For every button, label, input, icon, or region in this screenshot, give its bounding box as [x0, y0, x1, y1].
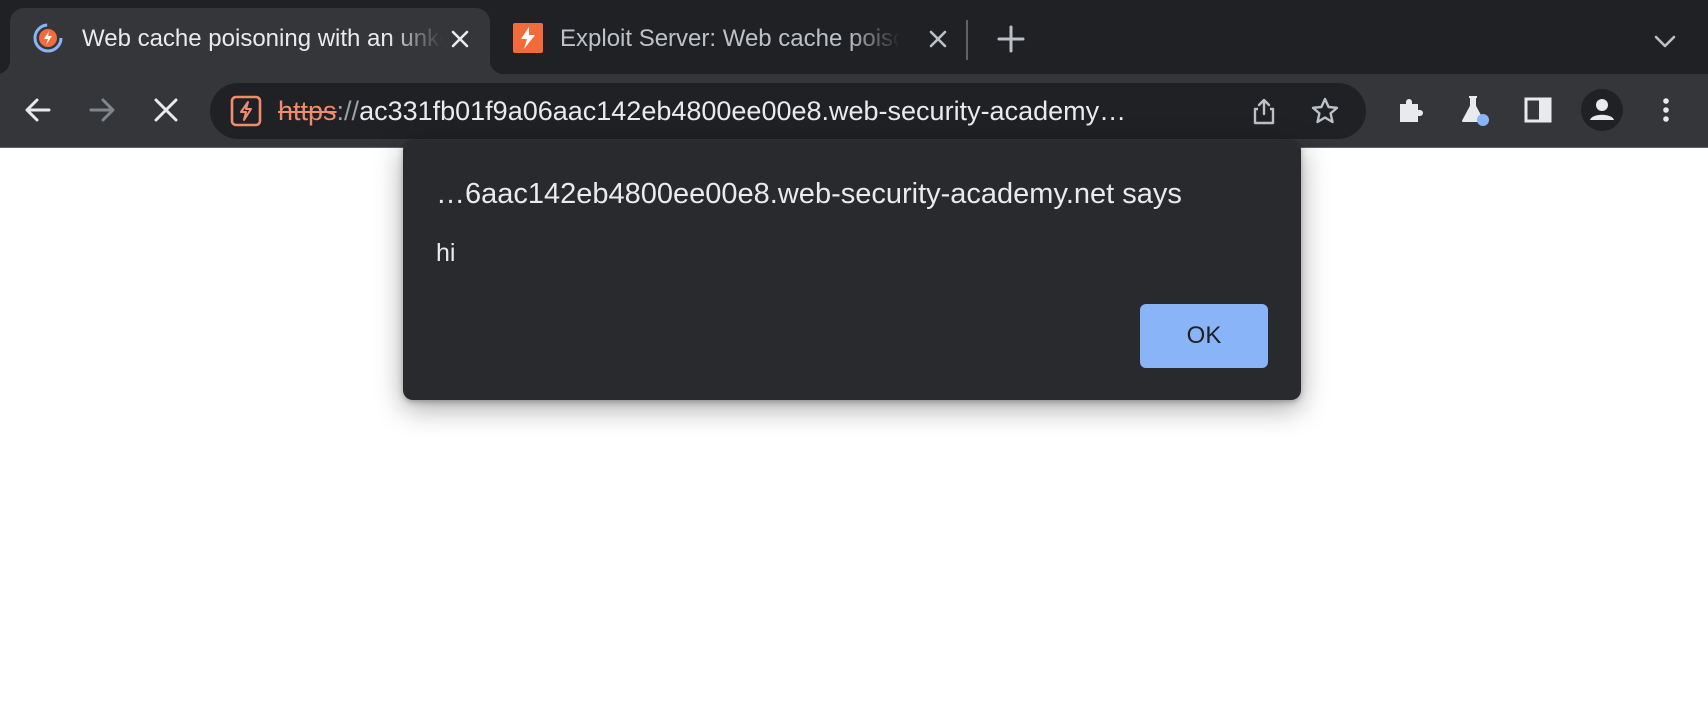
url-separator: ://	[336, 96, 360, 126]
alert-dialog: …6aac142eb4800ee00e8.web-security-academ…	[403, 140, 1301, 400]
dialog-title: …6aac142eb4800ee00e8.web-security-academ…	[436, 178, 1182, 210]
portswigger-loading-icon	[33, 23, 63, 53]
browser-toolbar: https://ac331fb01f9a06aac142eb4800ee00e8…	[0, 74, 1708, 148]
stop-loading-button[interactable]	[148, 92, 184, 128]
tab-exploit-server[interactable]: Exploit Server: Web cache poisoning	[500, 8, 970, 74]
burp-exploit-icon	[513, 23, 543, 53]
avatar-icon	[1581, 89, 1623, 131]
url-text[interactable]: https://ac331fb01f9a06aac142eb4800ee00e8…	[278, 93, 1238, 129]
extensions-button[interactable]	[1392, 92, 1428, 128]
site-warning-icon[interactable]	[230, 95, 262, 127]
url-host: ac331fb01f9a06aac142eb4800ee00e8.web-sec…	[359, 96, 1127, 126]
ok-button[interactable]: OK	[1140, 304, 1268, 368]
side-panel-icon	[1524, 97, 1552, 123]
tab-separator	[966, 20, 968, 60]
more-vert-icon	[1663, 98, 1669, 122]
tab-title: Exploit Server: Web cache poisoning	[560, 25, 900, 52]
star-icon[interactable]	[1310, 96, 1340, 126]
share-icon[interactable]	[1250, 97, 1278, 125]
arrow-left-icon	[25, 98, 51, 122]
url-scheme: https	[278, 96, 337, 126]
address-bar[interactable]: https://ac331fb01f9a06aac142eb4800ee00e8…	[210, 83, 1366, 139]
forward-button[interactable]	[84, 92, 120, 128]
plus-icon[interactable]	[996, 24, 1026, 54]
labs-button[interactable]	[1456, 92, 1492, 128]
menu-button[interactable]	[1648, 92, 1684, 128]
close-icon[interactable]	[926, 27, 950, 51]
close-icon[interactable]	[448, 27, 472, 51]
arrow-right-icon	[89, 98, 115, 122]
profile-button[interactable]	[1580, 88, 1624, 132]
back-button[interactable]	[20, 92, 56, 128]
close-icon	[154, 98, 178, 122]
side-panel-button[interactable]	[1520, 92, 1556, 128]
chevron-down-icon[interactable]	[1652, 28, 1678, 54]
puzzle-icon	[1400, 99, 1423, 122]
flask-icon	[1462, 96, 1489, 126]
tab-active[interactable]: Web cache poisoning with an unkeyed head…	[0, 8, 504, 74]
tab-title: Web cache poisoning with an unkeyed head…	[82, 25, 442, 52]
tab-strip: Web cache poisoning with an unkeyed head…	[0, 0, 1708, 74]
dialog-message: hi	[436, 239, 456, 267]
